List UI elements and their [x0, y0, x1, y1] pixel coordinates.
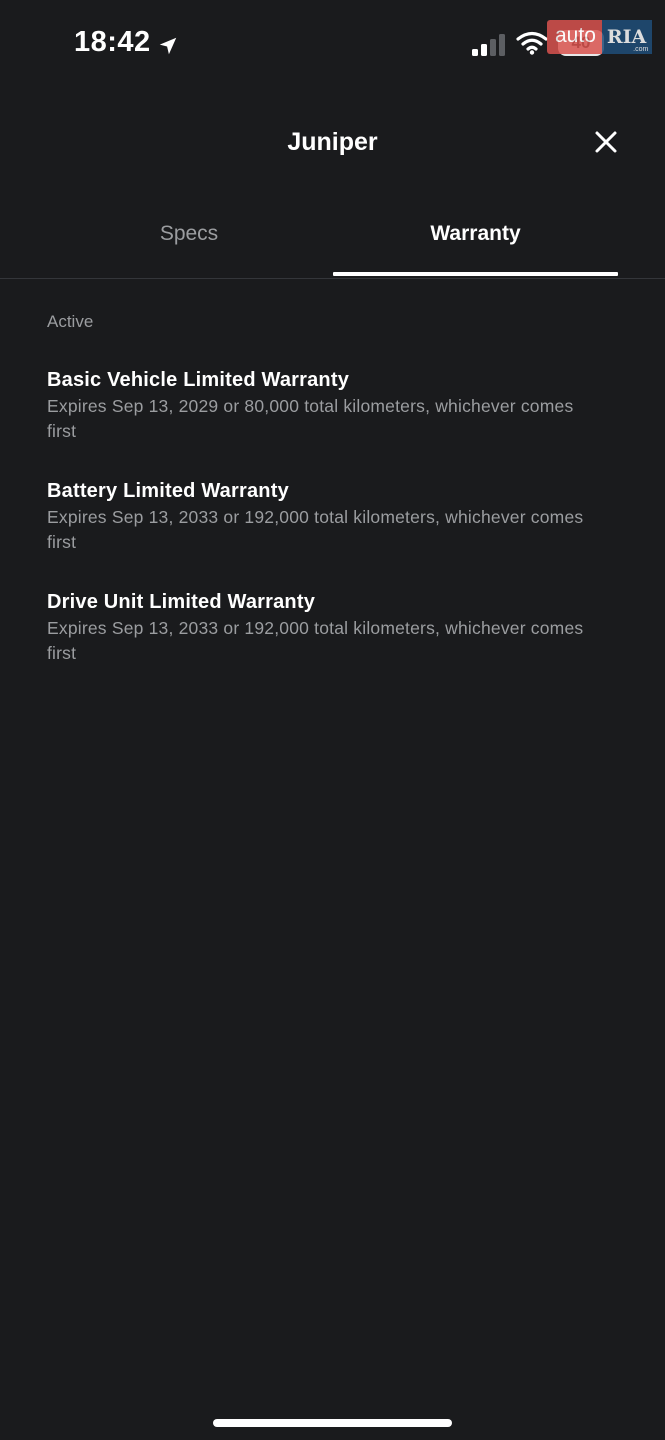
- warranty-title: Drive Unit Limited Warranty: [47, 591, 316, 613]
- tab-warranty[interactable]: Warranty: [333, 200, 618, 278]
- tab-specs-label: Specs: [159, 222, 219, 245]
- warranty-title: Basic Vehicle Limited Warranty: [47, 369, 350, 391]
- location-arrow-icon: [157, 32, 179, 54]
- warranty-description: Expires Sep 13, 2033 or 192,000 total ki…: [47, 618, 584, 663]
- active-tab-indicator: [333, 272, 618, 276]
- warranty-item-basic-vehicle: Basic Vehicle Limited Warranty Expires S…: [47, 366, 607, 444]
- warranty-item-battery: Battery Limited Warranty Expires Sep 13,…: [47, 477, 607, 555]
- cellular-signal-icon: [471, 34, 507, 56]
- tab-specs[interactable]: Specs: [47, 200, 331, 278]
- warranty-item-drive-unit: Drive Unit Limited Warranty Expires Sep …: [47, 588, 607, 666]
- watermark-com: .com: [633, 46, 649, 53]
- warranty-description: Expires Sep 13, 2029 or 80,000 total kil…: [47, 396, 574, 441]
- warranty-list: Active Basic Vehicle Limited Warranty Ex…: [47, 310, 607, 699]
- page-title: Juniper: [287, 128, 378, 156]
- tab-warranty-label: Warranty: [430, 222, 521, 245]
- status-time-text: 18:42: [74, 26, 151, 58]
- watermark-auto: auto: [547, 20, 602, 54]
- status-bar: 18:42 40 auto RIA .com: [0, 0, 665, 90]
- watermark-ria: RIA .com: [601, 20, 653, 54]
- close-icon: [595, 131, 617, 153]
- tab-bar: Specs Warranty: [0, 200, 665, 279]
- wifi-icon: [516, 31, 548, 55]
- status-time: 18:42: [74, 26, 179, 59]
- watermark-ria-text: RIA: [606, 26, 647, 48]
- header: Juniper: [0, 110, 665, 176]
- home-indicator[interactable]: [213, 1419, 452, 1427]
- close-button[interactable]: [590, 126, 622, 158]
- section-label-active: Active: [47, 312, 94, 331]
- warranty-title: Battery Limited Warranty: [47, 480, 289, 502]
- warranty-description: Expires Sep 13, 2033 or 192,000 total ki…: [47, 507, 584, 552]
- watermark-logo: auto RIA .com: [547, 20, 653, 54]
